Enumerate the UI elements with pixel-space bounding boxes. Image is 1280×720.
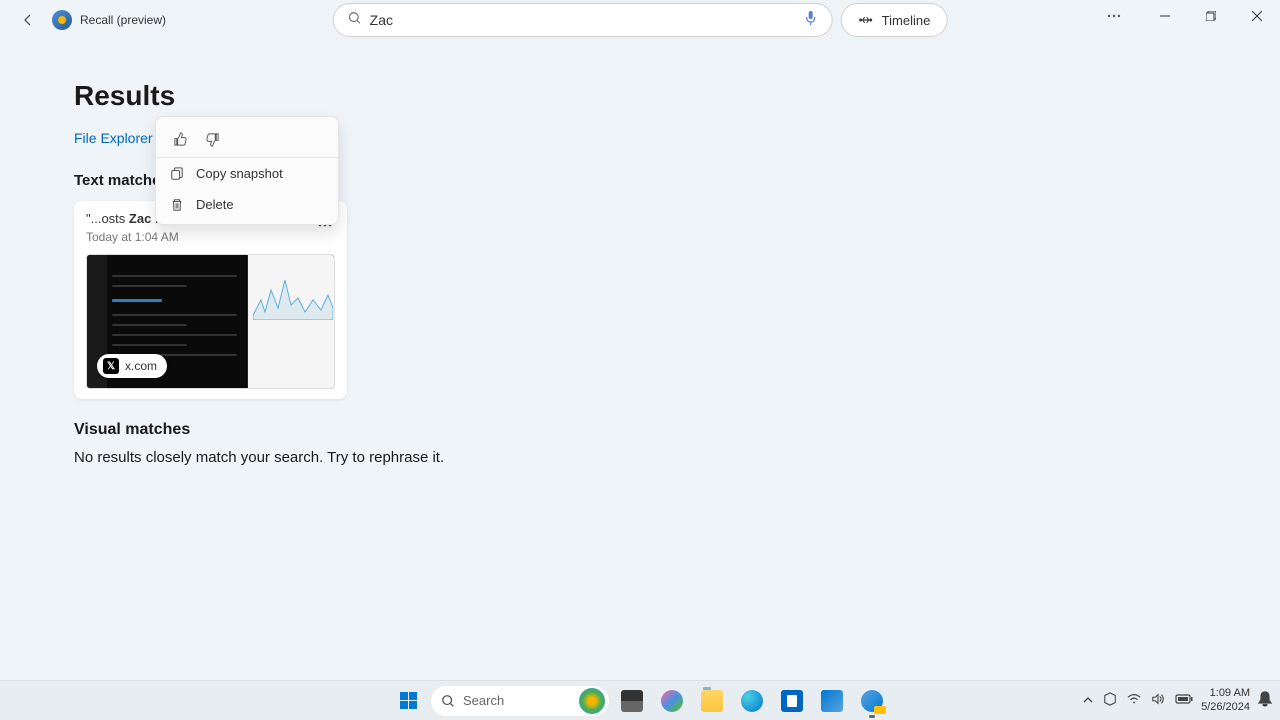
trash-icon <box>170 198 184 212</box>
taskbar-search-placeholder: Search <box>463 693 504 708</box>
result-timestamp: Today at 1:04 AM <box>86 230 335 244</box>
main-content: Results File Explorer res Text matche ".… <box>0 40 1280 466</box>
back-arrow-icon <box>20 12 36 28</box>
windows-logo-icon <box>400 692 417 709</box>
feedback-row <box>156 121 338 158</box>
taskbar-search[interactable]: Search <box>430 685 610 717</box>
search-icon <box>441 694 455 708</box>
results-title: Results <box>74 80 1206 112</box>
minimize-icon <box>1160 11 1170 21</box>
battery-icon[interactable] <box>1175 694 1193 707</box>
taskbar: Search 1:09 AM 5/26/2024 <box>0 680 1280 720</box>
start-button[interactable] <box>390 683 426 719</box>
maximize-icon <box>1206 11 1216 21</box>
maximize-button[interactable] <box>1188 0 1234 32</box>
window-controls <box>1094 0 1280 32</box>
timeline-label: Timeline <box>882 13 931 28</box>
chevron-up-icon <box>1083 696 1093 704</box>
minimize-button[interactable] <box>1142 0 1188 32</box>
recall-icon <box>861 690 883 712</box>
bell-icon <box>1258 691 1272 707</box>
search-input[interactable] <box>370 12 804 28</box>
clock-time: 1:09 AM <box>1201 687 1250 700</box>
file-explorer-button[interactable] <box>694 683 730 719</box>
store-button[interactable] <box>774 683 810 719</box>
mic-icon[interactable] <box>804 10 818 31</box>
copilot-icon <box>661 690 683 712</box>
copy-label: Copy snapshot <box>196 166 283 181</box>
store-icon <box>781 690 803 712</box>
folder-icon <box>701 690 723 712</box>
task-view-button[interactable] <box>614 683 650 719</box>
copy-snapshot-item[interactable]: Copy snapshot <box>156 158 338 189</box>
more-icon <box>1107 14 1121 18</box>
thumbs-up-button[interactable] <box>168 127 192 151</box>
timeline-button[interactable]: Timeline <box>841 3 948 37</box>
source-pill: 𝕏 x.com <box>97 354 167 378</box>
delete-label: Delete <box>196 197 234 212</box>
visual-matches-title: Visual matches <box>74 421 1206 439</box>
system-tray: 1:09 AM 5/26/2024 <box>1083 687 1272 713</box>
source-label: x.com <box>125 359 157 373</box>
edge-button[interactable] <box>734 683 770 719</box>
delete-item[interactable]: Delete <box>156 189 338 220</box>
copy-icon <box>170 167 184 181</box>
task-view-icon <box>621 690 643 712</box>
search-icon <box>348 11 362 30</box>
tray-overflow-button[interactable] <box>1083 695 1093 707</box>
volume-icon[interactable] <box>1151 693 1165 708</box>
search-highlight-icon <box>579 688 605 714</box>
x-logo-icon: 𝕏 <box>103 358 119 374</box>
clock-date: 5/26/2024 <box>1201 701 1250 714</box>
datetime[interactable]: 1:09 AM 5/26/2024 <box>1201 687 1250 713</box>
thumbs-down-button[interactable] <box>200 127 224 151</box>
tray-app-icon[interactable] <box>1103 692 1117 709</box>
app-title: Recall (preview) <box>80 13 166 27</box>
searchbar-container: Timeline <box>333 3 948 37</box>
no-results-text: No results closely match your search. Tr… <box>74 449 1206 466</box>
thumbs-down-icon <box>205 132 220 147</box>
titlebar: Recall (preview) Timeline <box>0 0 1280 40</box>
notifications-button[interactable] <box>1258 691 1272 710</box>
close-button[interactable] <box>1234 0 1280 32</box>
snapshot-thumbnail[interactable]: 𝕏 x.com <box>86 254 335 389</box>
recall-taskbar-button[interactable] <box>854 683 890 719</box>
photos-button[interactable] <box>814 683 850 719</box>
wifi-icon[interactable] <box>1127 693 1141 708</box>
copilot-button[interactable] <box>654 683 690 719</box>
edge-icon <box>741 690 763 712</box>
taskbar-center: Search <box>390 683 890 719</box>
thumbs-up-icon <box>173 132 188 147</box>
app-icon <box>52 10 72 30</box>
back-button[interactable] <box>12 4 44 36</box>
close-icon <box>1252 11 1262 21</box>
more-options-button[interactable] <box>1094 0 1134 32</box>
search-bar[interactable] <box>333 3 833 37</box>
context-menu: Copy snapshot Delete <box>155 116 339 225</box>
result-card[interactable]: "...osts Zac Bowden & @zacbowden . ..." … <box>74 201 347 399</box>
timeline-icon <box>858 15 874 25</box>
photos-icon <box>821 690 843 712</box>
